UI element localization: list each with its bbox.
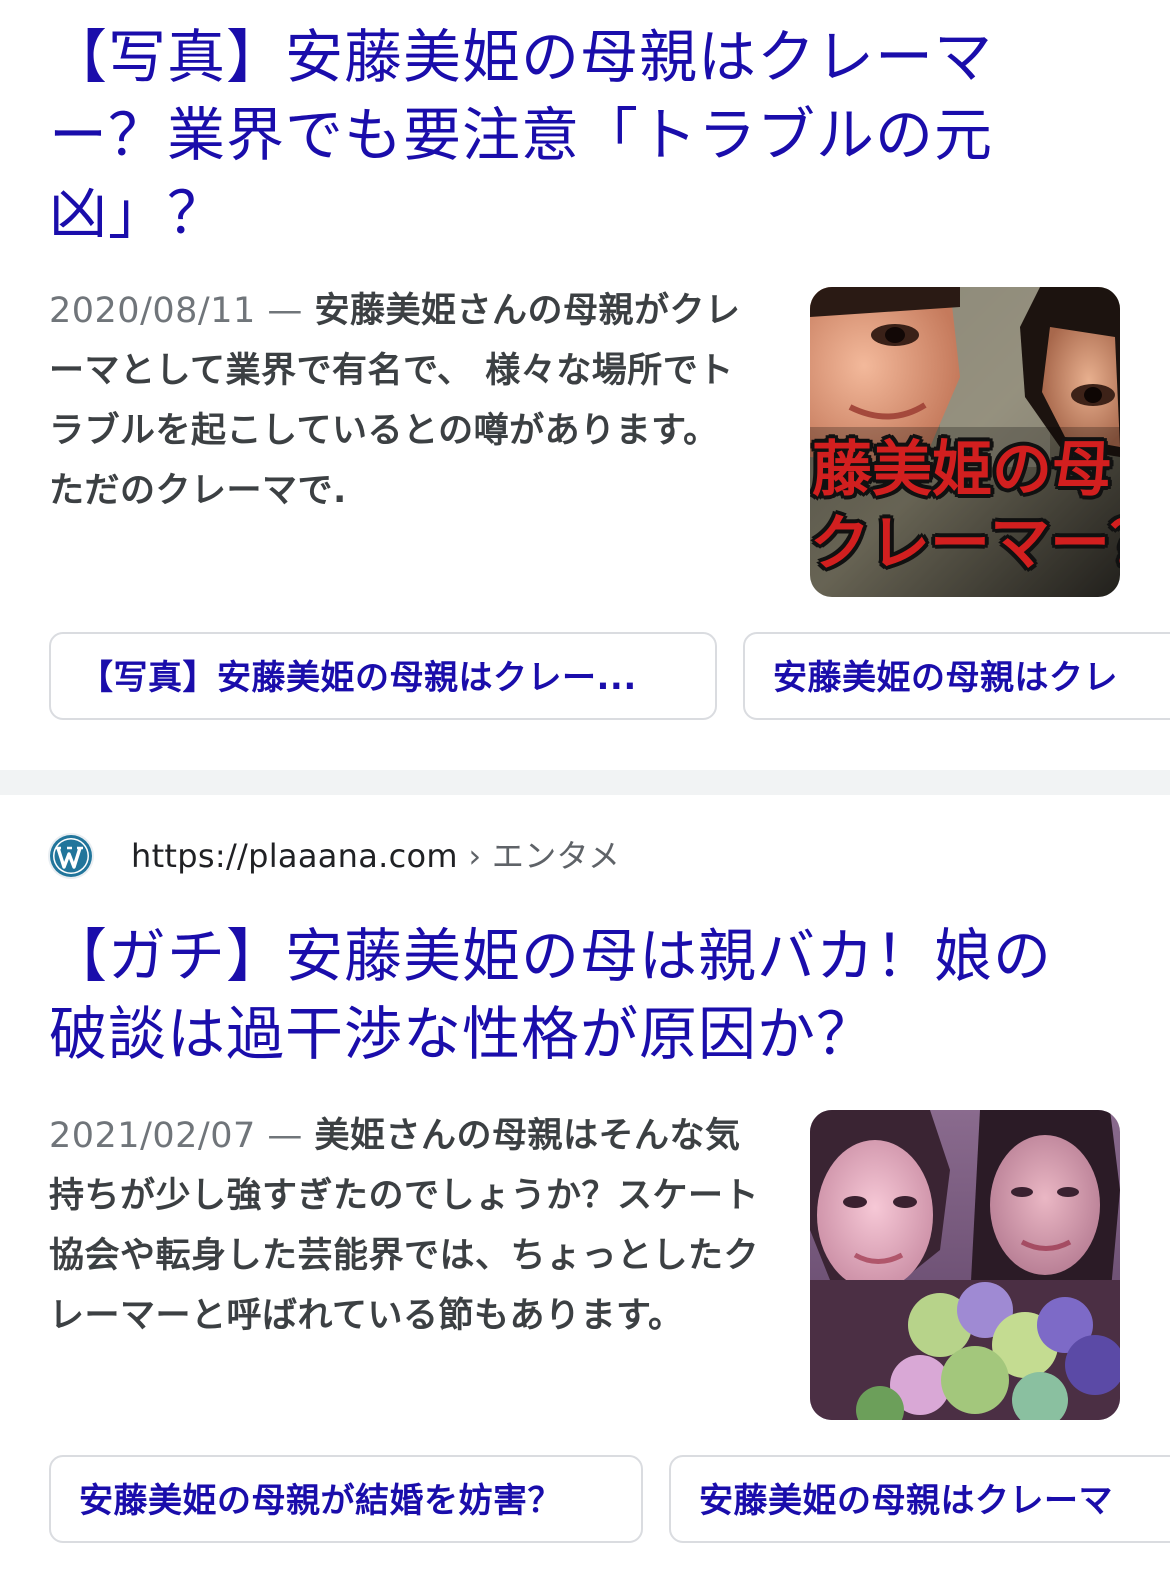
result-snippet: 2020/08/11 — 安藤美姫さんの母親がクレーマとして業界で有名で、 様々… [49, 281, 764, 521]
wordpress-icon [47, 832, 95, 880]
result-divider [0, 770, 1170, 795]
related-chip[interactable]: 【写真】安藤美姫の母親はクレー... [49, 632, 717, 720]
result-date: 2021/02/07 [49, 1116, 256, 1156]
thumbnail-photo-flowers [810, 1110, 1120, 1420]
breadcrumb: エンタメ [491, 837, 621, 875]
related-chip[interactable]: 安藤美姫の母親はクレーマ [669, 1455, 1170, 1543]
search-result-1: 【写真】安藤美姫の母親はクレーマー？業界でも要注意「トラブルの元凶」？ 2020… [0, 0, 1170, 770]
result-title-link[interactable]: 【写真】安藤美姫の母親はクレーマー？業界でも要注意「トラブルの元凶」？ [49, 18, 1059, 252]
thumbnail-caption: クレーマー？ [810, 509, 1120, 579]
result-url: https://plaaana.com › エンタメ [131, 834, 620, 878]
related-chips: 安藤美姫の母親が結婚を妨害？ 安藤美姫の母親はクレーマ [49, 1455, 1170, 1547]
thumbnail-caption: 藤美姫の母 [812, 435, 1112, 505]
related-chip[interactable]: 安藤美姫の母親が結婚を妨害？ [49, 1455, 643, 1543]
result-title-link[interactable]: 【ガチ】安藤美姫の母は親バカ！娘の破談は過干渉な性格が原因か？ [49, 917, 1059, 1073]
result-source[interactable]: https://plaaana.com › エンタメ [47, 832, 1047, 882]
result-thumbnail[interactable]: 藤美姫の母 クレーマー？ [810, 287, 1120, 597]
date-separator: — [255, 1116, 315, 1156]
result-date: 2020/08/11 [49, 291, 256, 331]
search-result-2: https://plaaana.com › エンタメ 【ガチ】安藤美姫の母は親バ… [0, 795, 1170, 1588]
result-url-domain: https://plaaana.com [131, 837, 458, 875]
breadcrumb-separator: › [457, 837, 492, 875]
related-chip[interactable]: 安藤美姫の母親はクレ [743, 632, 1170, 720]
date-separator: — [255, 291, 315, 331]
related-chips: 【写真】安藤美姫の母親はクレー... 安藤美姫の母親はクレ [49, 632, 1170, 724]
result-snippet: 2021/02/07 — 美姫さんの母親はそんな気持ちが少し強すぎたのでしょうか… [49, 1106, 764, 1346]
result-thumbnail[interactable] [810, 1110, 1120, 1420]
